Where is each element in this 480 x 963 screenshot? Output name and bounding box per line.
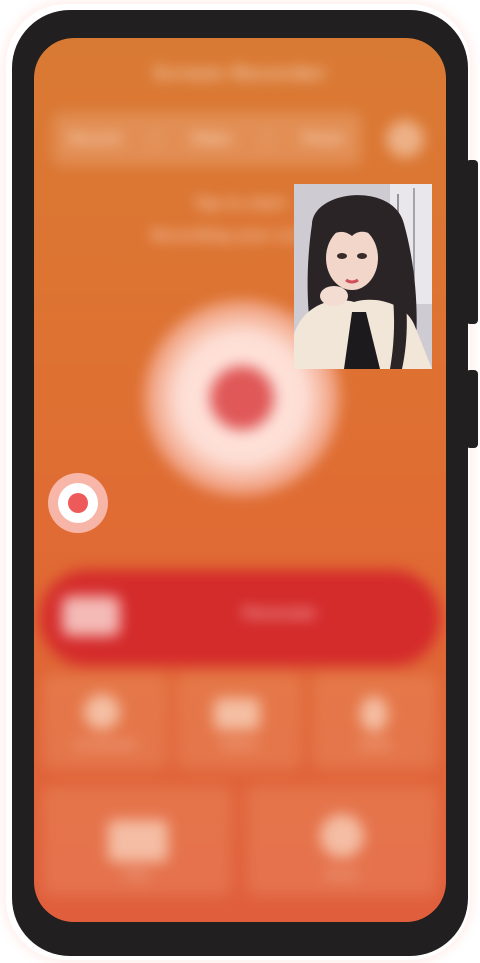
tile-label: Audio <box>358 740 392 751</box>
record-button[interactable] <box>210 366 274 430</box>
tab-divider <box>154 128 157 150</box>
tile-label: Files <box>123 870 151 881</box>
tile-label: Videos <box>220 740 258 751</box>
tile-label: Brush <box>325 870 359 881</box>
tab-record[interactable]: Record <box>69 132 120 147</box>
brush-icon <box>320 814 364 858</box>
video-camera-icon <box>62 596 120 636</box>
microphone-icon <box>360 696 388 732</box>
tab-divider <box>265 128 268 150</box>
settings-icon[interactable] <box>386 120 424 158</box>
facecam-photo <box>294 184 432 369</box>
app-title: Screen Recorder <box>153 64 327 84</box>
facecam-preview[interactable] <box>294 184 432 369</box>
tab-video[interactable]: Video <box>190 132 231 147</box>
floating-record-button[interactable] <box>48 473 108 533</box>
facecam-label: Facecam <box>242 604 316 622</box>
camera-icon <box>84 694 120 730</box>
stage: Screen Recorder Record Video Photo Tap t… <box>0 0 480 963</box>
record-ring-icon <box>58 483 98 523</box>
folder-icon <box>108 820 168 862</box>
record-dot-icon <box>68 493 88 513</box>
tab-photo[interactable]: Photo <box>302 132 345 147</box>
play-icon <box>214 698 260 730</box>
tab-bar: Record Video Photo <box>52 112 362 166</box>
tile-label: Screenshot <box>73 740 137 751</box>
